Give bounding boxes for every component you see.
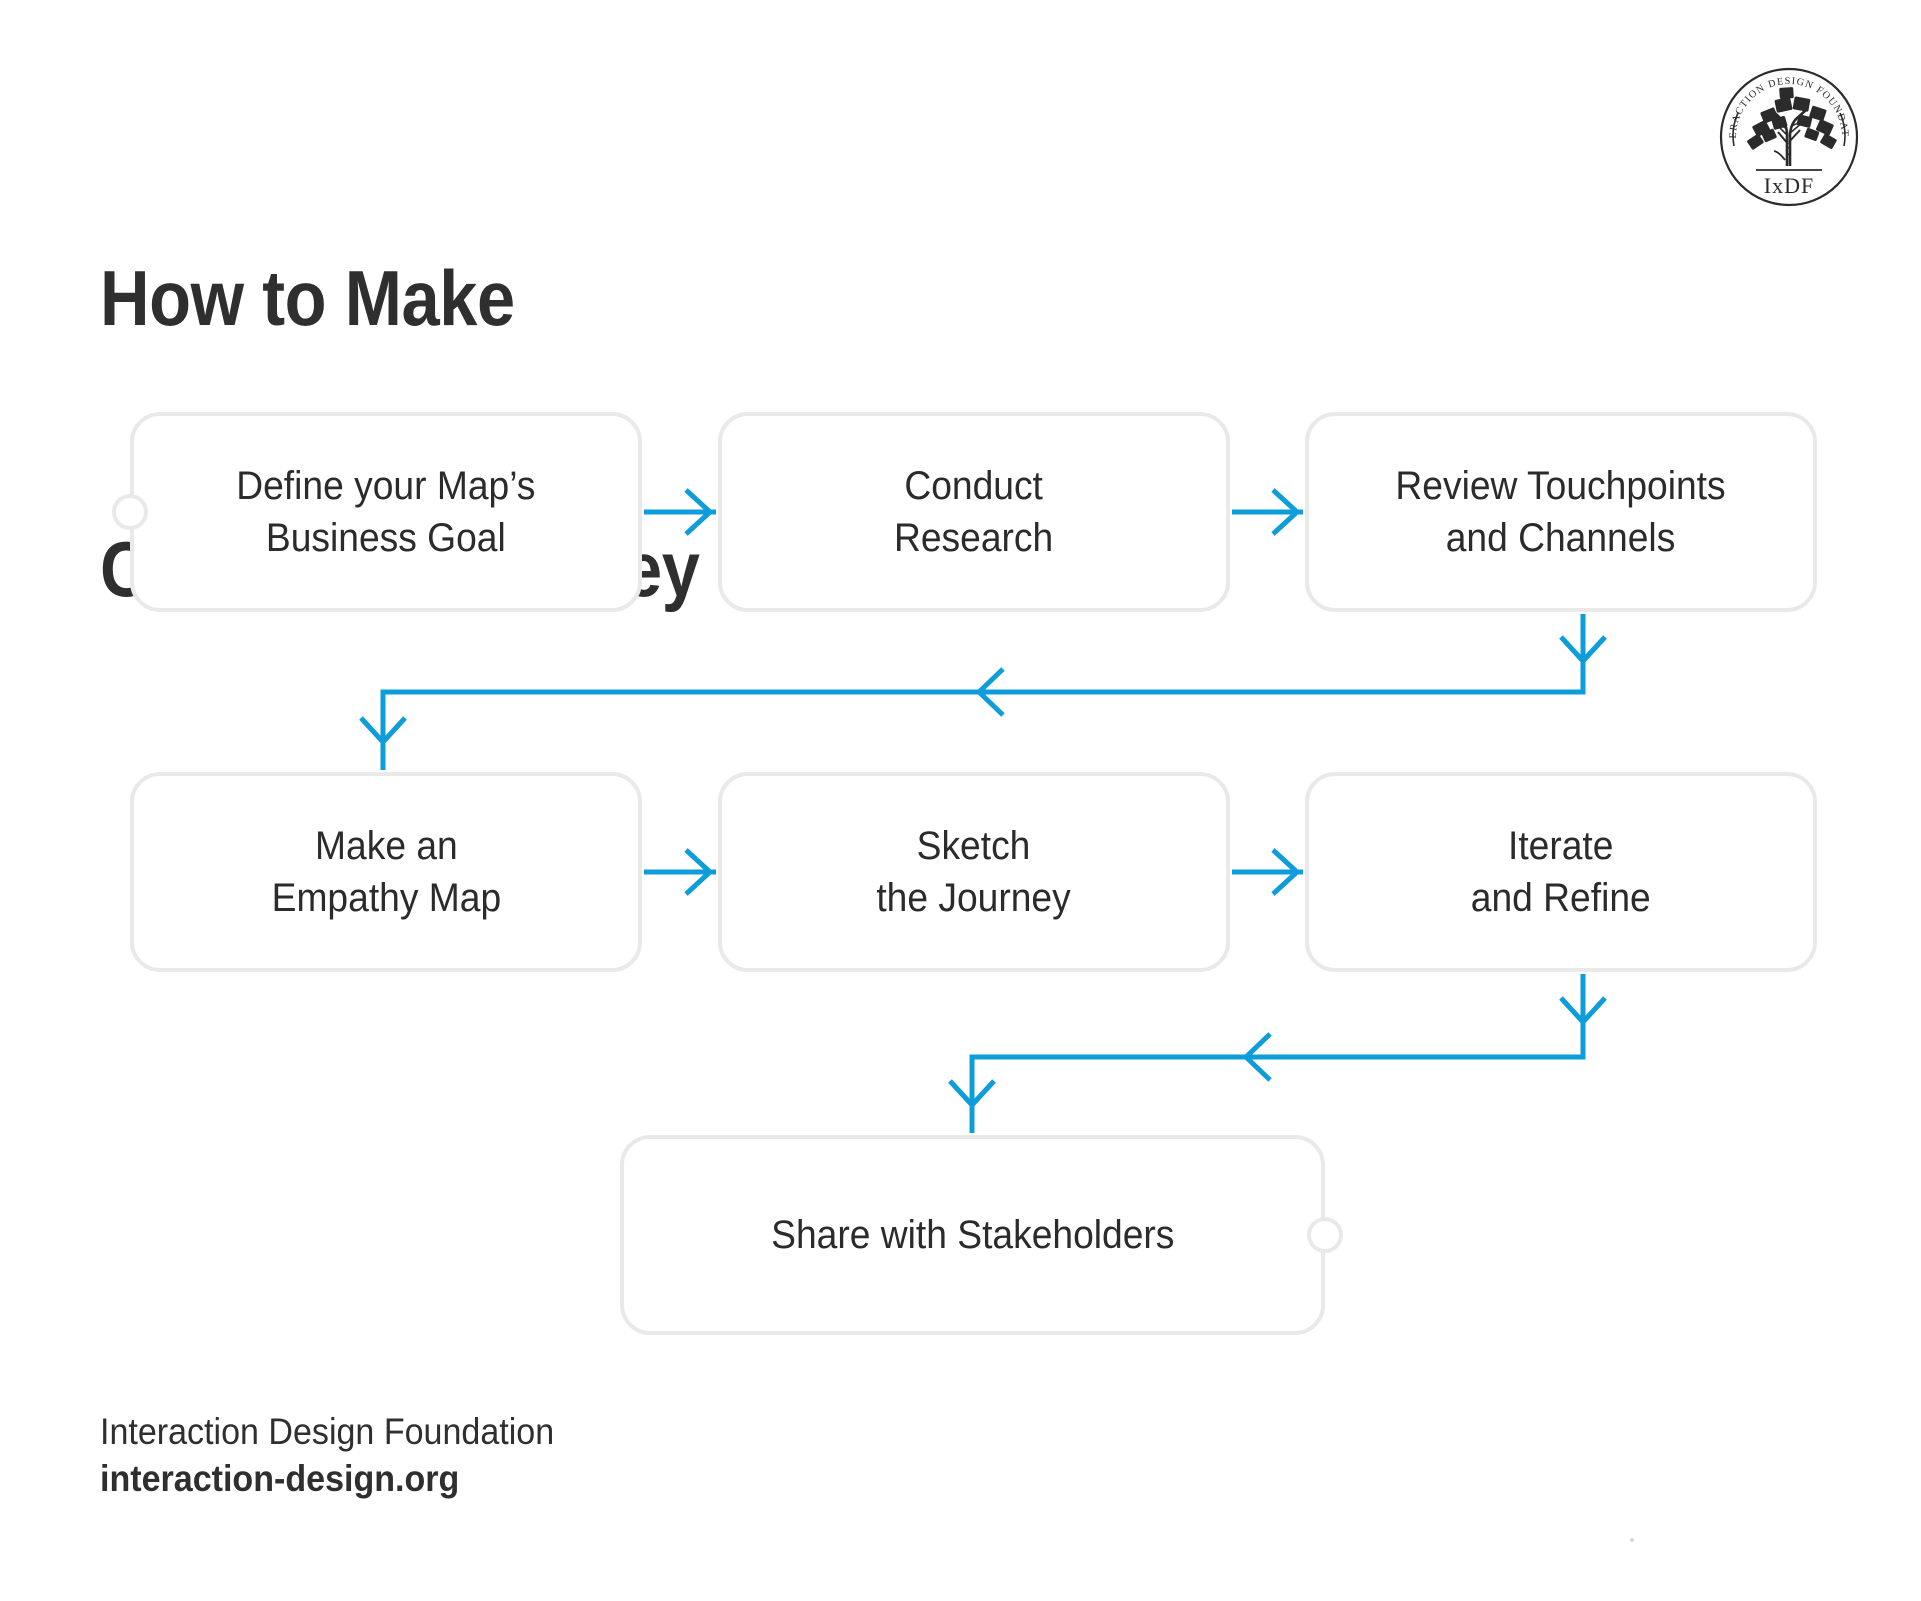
svg-text:IxDF: IxDF <box>1764 173 1814 198</box>
flow-end-node <box>1307 1217 1343 1253</box>
flow-node-make-empathy-map[interactable]: Make an Empathy Map <box>130 772 642 972</box>
flow-node-label: Define your Map’s Business Goal <box>236 464 536 560</box>
flow-node-conduct-research[interactable]: Conduct Research <box>718 412 1230 612</box>
page-title-line-1: How to Make <box>100 253 515 342</box>
flow-node-define-business-goal[interactable]: Define your Map’s Business Goal <box>130 412 642 612</box>
flow-node-label: Make an Empathy Map <box>271 824 501 920</box>
flow-node-label: Share with Stakeholders <box>770 1213 1175 1257</box>
connector-n5-n6 <box>1232 848 1303 896</box>
ixdf-seal-logo: INTERACTION DESIGN FOUNDATION <box>1714 58 1860 208</box>
connector-n6-n7 <box>948 974 1607 1133</box>
flow-node-label: Iterate and Refine <box>1471 824 1651 920</box>
connector-n4-n5 <box>644 848 716 896</box>
flow-node-share-with-stakeholders[interactable]: Share with Stakeholders <box>620 1135 1325 1335</box>
flow-node-review-touchpoints[interactable]: Review Touchpoints and Channels <box>1305 412 1817 612</box>
connector-n2-n3 <box>1232 488 1303 536</box>
footer: Interaction Design Foundation interactio… <box>100 1408 594 1503</box>
flow-node-iterate-and-refine[interactable]: Iterate and Refine <box>1305 772 1817 972</box>
flow-node-label: Conduct Research <box>894 464 1054 560</box>
footer-url[interactable]: interaction-design.org <box>100 1455 554 1502</box>
corner-dot-mark <box>1630 1538 1634 1542</box>
flow-start-node <box>112 494 148 530</box>
footer-organization: Interaction Design Foundation <box>100 1411 555 1452</box>
infographic-canvas: How to Make Customer Journey Maps? INTER… <box>0 0 1921 1601</box>
flow-node-label: Review Touchpoints and Channels <box>1395 464 1727 560</box>
flow-node-label: Sketch the Journey <box>876 824 1072 920</box>
flow-node-sketch-the-journey[interactable]: Sketch the Journey <box>718 772 1230 972</box>
